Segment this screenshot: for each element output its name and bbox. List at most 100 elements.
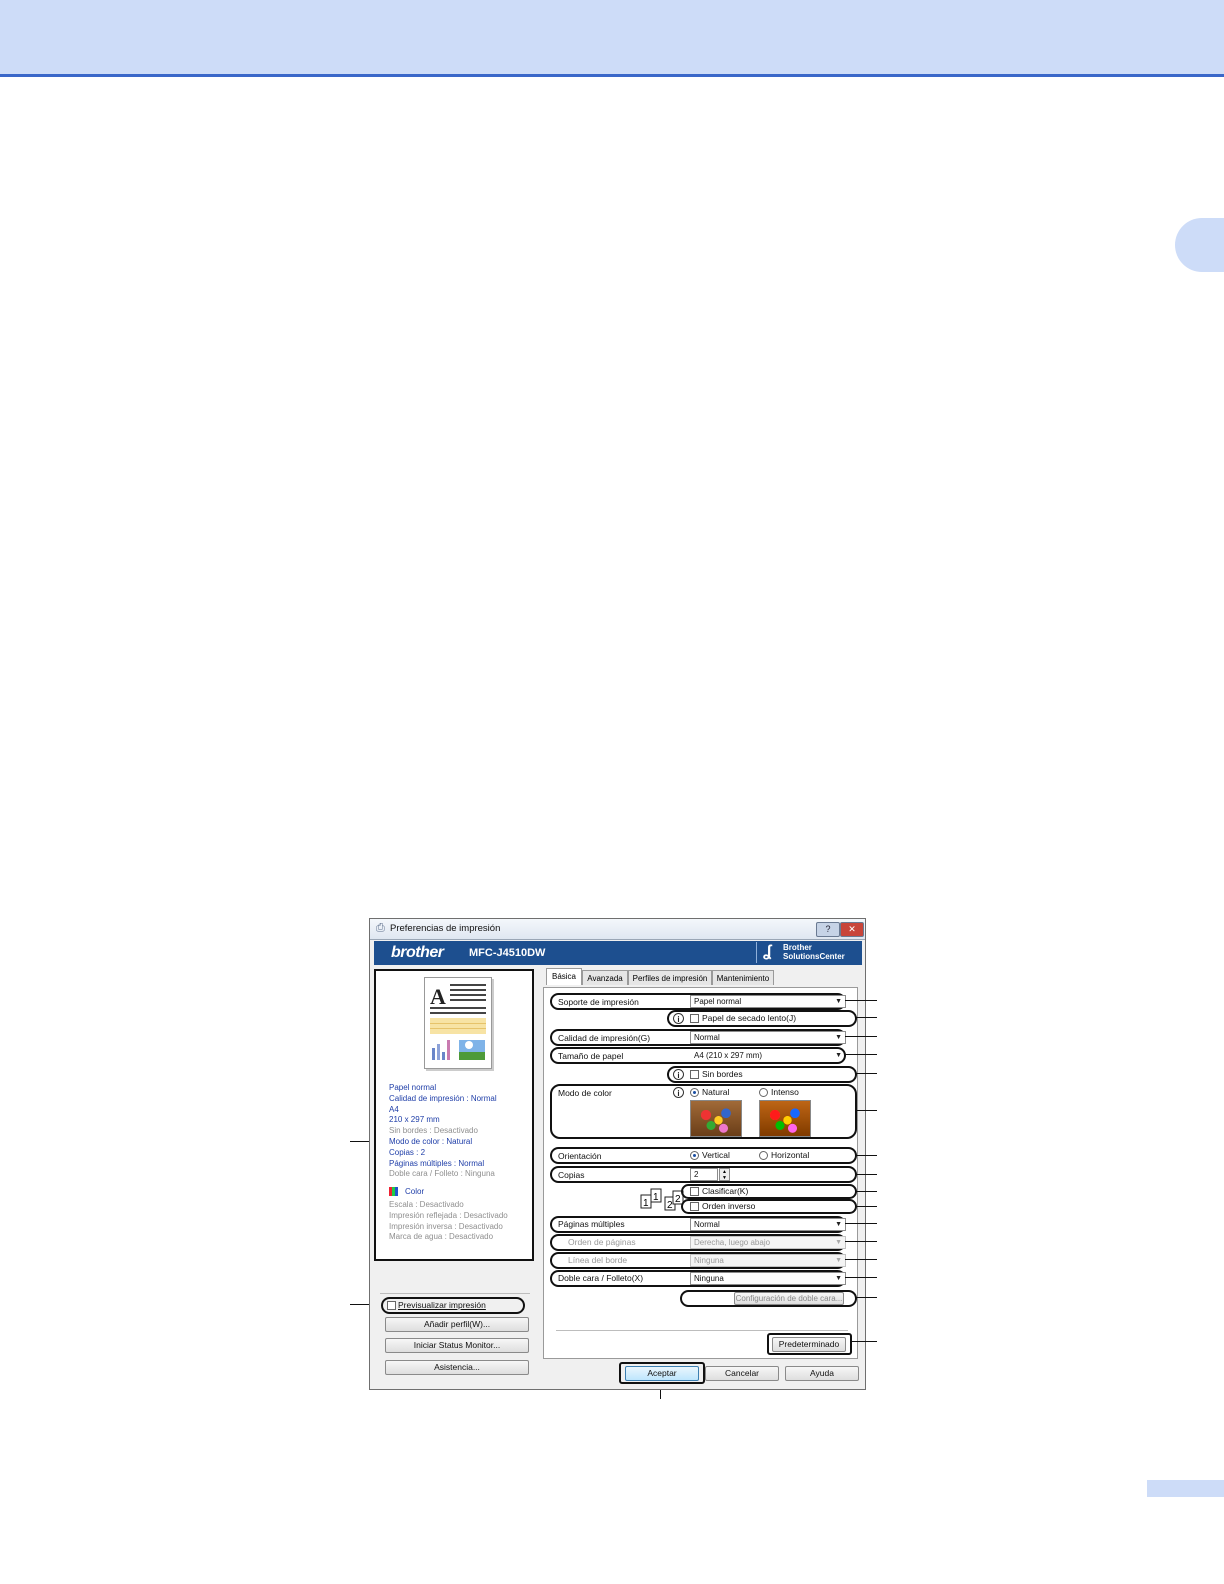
solutions-center-link[interactable]: ʆ Brother SolutionsCenter [756, 942, 861, 963]
quality-select[interactable]: Normal ▼ [690, 1031, 846, 1044]
title-bar: ⎙ Preferencias de impresión ? ✕ [370, 919, 865, 940]
border-line-value: Ninguna [694, 1256, 724, 1265]
preview-checkbox[interactable] [387, 1301, 396, 1310]
callout-line [856, 1206, 877, 1207]
multi-page-label: Páginas múltiples [558, 1219, 625, 1229]
status-monitor-button[interactable]: Iniciar Status Monitor... [385, 1338, 529, 1353]
add-profile-button[interactable]: Añadir perfil(W)... [385, 1317, 529, 1332]
svg-text:1: 1 [643, 1198, 649, 1209]
chevron-down-icon: ▼ [835, 1052, 842, 1059]
copies-value: 2 [694, 1170, 699, 1179]
settings-summary-panel: A Papel normal Calidad de impresión: No… [374, 969, 534, 1261]
callout-line [856, 1017, 877, 1018]
preview-label: Previsualizar impresión [398, 1300, 486, 1310]
media-select[interactable]: Papel normal ▼ [690, 995, 846, 1008]
color-natural-radio[interactable] [690, 1088, 699, 1097]
tab-basica[interactable]: Básica [546, 968, 582, 985]
borderless-checkbox[interactable] [690, 1070, 699, 1079]
settings-summary-text: Papel normal Calidad de impresión : Norm… [389, 1083, 497, 1180]
printer-icon: ⎙ [376, 922, 385, 934]
duplex-value: Ninguna [694, 1274, 724, 1283]
collate-pages-icon: 1 1 2 2 [640, 1188, 684, 1211]
info-icon[interactable]: i [673, 1087, 684, 1098]
collate-checkbox[interactable] [690, 1187, 699, 1196]
copies-label: Copias [558, 1170, 585, 1180]
preview-page-graphic: A [430, 984, 486, 1060]
support-button[interactable]: Asistencia... [385, 1360, 529, 1375]
callout-line [856, 1174, 877, 1175]
callout-line [845, 1036, 877, 1037]
summary-line: A4 [389, 1104, 399, 1114]
chevron-down-icon: ▼ [835, 1257, 842, 1264]
page-order-label: Orden de páginas [568, 1237, 636, 1247]
brand-logo: brother [391, 944, 444, 961]
callout-line [845, 1054, 877, 1055]
chapter-tab [1175, 218, 1224, 272]
slow-dry-checkbox[interactable] [690, 1014, 699, 1023]
media-label: Soporte de impresión [558, 997, 639, 1007]
page-order-select[interactable]: Derecha, luego abajo ▼ [690, 1236, 846, 1249]
page-header-band [0, 0, 1224, 77]
portrait-radio[interactable] [690, 1151, 699, 1160]
solutions-line-2: SolutionsCenter [783, 951, 845, 961]
svg-text:A: A [430, 984, 446, 1009]
close-button[interactable]: ✕ [840, 922, 864, 937]
callout-line [856, 1110, 877, 1111]
info-icon[interactable]: i [673, 1069, 684, 1080]
duplex-select[interactable]: Ninguna ▼ [690, 1272, 846, 1285]
duplex-settings-button[interactable]: Configuración de doble cara... [734, 1292, 844, 1305]
help-title-button[interactable]: ? [816, 922, 840, 937]
tab-perfiles[interactable]: Perfiles de impresión [628, 970, 712, 985]
multi-page-select[interactable]: Normal ▼ [690, 1218, 846, 1231]
chevron-down-icon: ▼ [835, 1239, 842, 1246]
media-value: Papel normal [694, 997, 742, 1006]
info-icon[interactable]: i [673, 1013, 684, 1024]
copies-input[interactable]: 2 [690, 1168, 718, 1181]
chevron-down-icon: ▼ [835, 1034, 842, 1041]
ok-button[interactable]: Aceptar [625, 1366, 699, 1381]
orientation-label: Orientación [558, 1151, 602, 1161]
color-summary-label: Color [405, 1187, 425, 1196]
color-swatch-icon [389, 1187, 398, 1196]
callout-line [856, 1073, 877, 1074]
tab-strip: Básica Avanzada Perfiles de impresión Ma… [544, 968, 860, 988]
callout-line [845, 1000, 877, 1001]
border-line-label: Línea del borde [568, 1255, 628, 1265]
reverse-order-label: Orden inverso [702, 1201, 756, 1211]
summary-line: 210 x 297 mm [389, 1115, 440, 1125]
callout-line [845, 1277, 877, 1278]
reverse-order-checkbox[interactable] [690, 1202, 699, 1211]
landscape-radio[interactable] [759, 1151, 768, 1160]
color-natural-label: Natural [702, 1087, 730, 1097]
callout-line [845, 1259, 877, 1260]
vivid-sample-image [759, 1100, 811, 1137]
callout-line [845, 1241, 877, 1242]
chevron-down-icon: ▼ [835, 1275, 842, 1282]
page-preview-thumbnail: A [424, 977, 492, 1069]
tab-mantenimiento[interactable]: Mantenimiento [712, 970, 774, 985]
help-button[interactable]: Ayuda [785, 1366, 859, 1381]
summary-line: Modo de color : Natural [389, 1136, 473, 1146]
tab-avanzada[interactable]: Avanzada [582, 970, 628, 985]
color-vivid-radio[interactable] [759, 1088, 768, 1097]
paper-size-select[interactable]: A4 (210 x 297 mm) ▼ [690, 1049, 846, 1062]
cancel-button[interactable]: Cancelar [705, 1366, 779, 1381]
border-line-select[interactable]: Ninguna ▼ [690, 1254, 846, 1267]
summary-line: Impresión reflejada : Desactivado [389, 1210, 508, 1220]
summary-line: Doble cara / Folleto : Ninguna [389, 1169, 495, 1179]
default-button[interactable]: Predeterminado [772, 1337, 846, 1352]
extras-summary-text: Escala : Desactivado Impresión reflejada… [389, 1200, 508, 1243]
svg-text:2: 2 [667, 1200, 673, 1211]
summary-line: Páginas múltiples : Normal [389, 1158, 485, 1168]
collate-label: Clasificar(K) [702, 1186, 749, 1196]
slow-dry-label: Papel de secado lento(J) [702, 1013, 797, 1023]
copies-spinner[interactable]: ▲ ▼ [719, 1168, 730, 1181]
summary-line: Marca de agua : Desactivado [389, 1232, 494, 1242]
quality-label: Calidad de impresión(G) [558, 1033, 651, 1043]
color-summary-header: Color [389, 1187, 424, 1196]
summary-line: Escala : Desactivado [389, 1200, 464, 1209]
summary-line: Calidad de impresión : Normal [389, 1093, 497, 1103]
callout-line [856, 1191, 877, 1192]
color-vivid-label: Intenso [771, 1087, 799, 1097]
summary-line: Sin bordes : Desactivado [389, 1126, 478, 1136]
